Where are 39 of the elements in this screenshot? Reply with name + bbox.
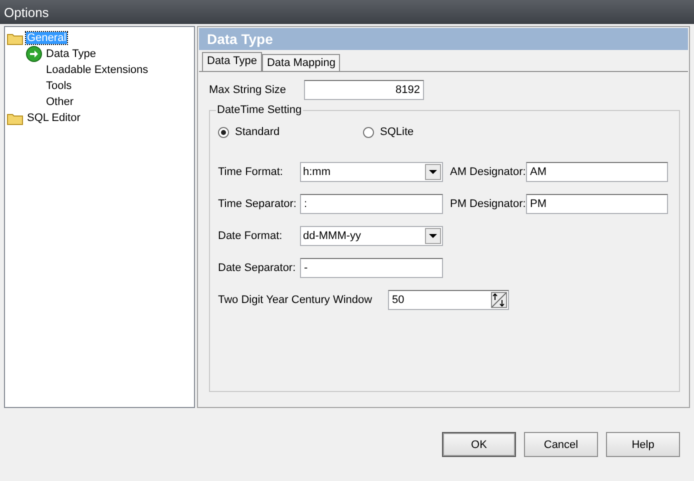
field-label: Date Format: xyxy=(218,230,284,242)
caret-icon xyxy=(429,170,437,174)
input-field[interactable]: PM xyxy=(526,194,668,214)
spin-field[interactable]: 50 xyxy=(388,290,509,310)
dialog-button[interactable]: OK xyxy=(442,432,516,457)
input-field[interactable]: - xyxy=(300,258,443,278)
tree-item[interactable]: Other xyxy=(45,96,75,108)
radio-label: Standard xyxy=(235,126,280,138)
dropdown[interactable]: dd-MMM-yy xyxy=(300,226,443,246)
dialog-button[interactable]: Help xyxy=(606,432,680,457)
folder-icon xyxy=(7,112,23,124)
radio-label: SQLite xyxy=(380,126,414,138)
arrow-circle-icon xyxy=(26,46,42,62)
tree-item[interactable]: Loadable Extensions xyxy=(45,64,150,76)
panel-header: Data Type xyxy=(199,28,688,50)
input-field[interactable]: : xyxy=(300,194,443,214)
radio-button[interactable] xyxy=(363,126,374,138)
tab[interactable]: Data Type xyxy=(202,52,262,71)
group-title: DateTime Setting xyxy=(216,104,303,116)
dropdown[interactable]: h:mm xyxy=(300,162,443,182)
tree-item[interactable]: SQL Editor xyxy=(26,112,82,124)
input-field[interactable]: 8192 xyxy=(304,80,424,100)
field-label: PM Designator: xyxy=(449,198,526,210)
field-label: Time Format: xyxy=(218,166,284,178)
field-label: AM Designator: xyxy=(449,166,526,178)
folder-icon xyxy=(7,32,23,44)
caret-icon xyxy=(429,234,437,238)
input-field[interactable]: AM xyxy=(526,162,668,182)
field-label: Time Separator: xyxy=(218,198,298,210)
window-title: Options xyxy=(4,4,49,20)
spinner-icon xyxy=(491,292,507,308)
tree-item[interactable]: Tools xyxy=(45,80,73,92)
tree-item[interactable]: Data Type xyxy=(45,48,97,60)
dialog-button[interactable]: Cancel xyxy=(524,432,598,457)
field-label: Max String Size xyxy=(209,84,288,96)
radio-button[interactable] xyxy=(218,126,229,138)
field-label: Date Separator: xyxy=(218,262,297,274)
tab[interactable]: Data Mapping xyxy=(262,54,340,71)
field-label: Two Digit Year Century Window xyxy=(218,294,374,306)
